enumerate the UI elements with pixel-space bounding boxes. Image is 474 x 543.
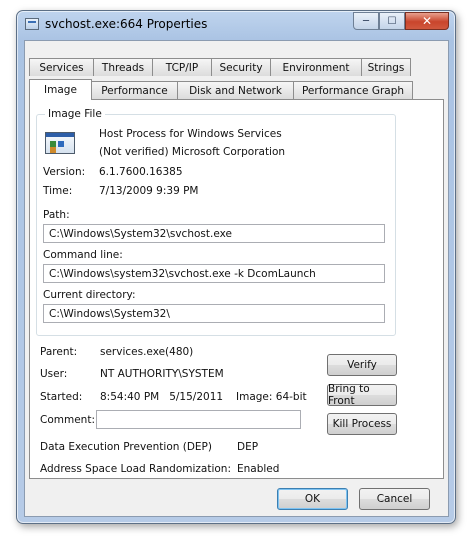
image-description: Host Process for Windows Services [99, 128, 282, 140]
tab-strings[interactable]: Strings [361, 58, 411, 76]
minimize-button[interactable]: ─ [353, 12, 379, 30]
version-value: 6.1.7600.16385 [99, 166, 183, 178]
comment-input[interactable] [96, 410, 301, 429]
command-line-field[interactable]: C:\Windows\system32\svchost.exe -k DcomL… [43, 264, 385, 283]
current-directory-field[interactable]: C:\Windows\System32\ [43, 304, 385, 323]
tab-threads[interactable]: Threads [93, 58, 153, 76]
user-label: User: [40, 368, 68, 380]
tab-image[interactable]: Image [29, 79, 92, 100]
current-directory-label: Current directory: [43, 289, 136, 301]
parent-label: Parent: [40, 346, 78, 358]
tab-tcp-ip[interactable]: TCP/IP [152, 58, 212, 76]
window-title: svchost.exe:664 Properties [45, 17, 208, 31]
caption-buttons: ─ ☐ ✕ [353, 12, 449, 30]
dialog-client-area: Services Threads TCP/IP Security Environ… [24, 40, 449, 517]
version-label: Version: [43, 166, 86, 178]
command-line-label: Command line: [43, 249, 123, 261]
kill-process-button[interactable]: Kill Process [327, 413, 397, 435]
tab-security[interactable]: Security [211, 58, 271, 76]
comment-label: Comment: [40, 414, 95, 426]
time-label: Time: [43, 185, 73, 197]
image-file-legend: Image File [45, 108, 105, 120]
user-value: NT AUTHORITY\SYSTEM [100, 368, 224, 380]
started-value: 8:54:40 PM 5/15/2011 [100, 391, 224, 403]
image-file-group: Image File Host Process for Windows Serv… [36, 108, 396, 336]
tab-performance-graph[interactable]: Performance Graph [293, 81, 413, 99]
aslr-value: Enabled [237, 463, 280, 475]
tab-disk-and-network[interactable]: Disk and Network [177, 81, 294, 99]
properties-window: svchost.exe:664 Properties ─ ☐ ✕ Service… [16, 10, 456, 524]
image-bits-value: Image: 64-bit [236, 391, 307, 403]
close-icon: ✕ [421, 14, 433, 28]
tab-services[interactable]: Services [29, 58, 94, 76]
tab-row-back: Services Threads TCP/IP Security Environ… [29, 58, 411, 76]
dep-value: DEP [237, 441, 259, 453]
aslr-label: Address Space Load Randomization: [40, 463, 231, 475]
path-label: Path: [43, 209, 70, 221]
path-field[interactable]: C:\Windows\System32\svchost.exe [43, 224, 385, 243]
ok-button[interactable]: OK [277, 488, 348, 510]
dep-label: Data Execution Prevention (DEP) [40, 441, 212, 453]
verify-button[interactable]: Verify [327, 354, 397, 376]
tab-performance[interactable]: Performance [91, 81, 178, 99]
parent-value: services.exe(480) [100, 346, 194, 358]
executable-icon [45, 132, 75, 154]
bring-to-front-button[interactable]: Bring to Front [327, 383, 397, 407]
image-tab-panel: Image File Host Process for Windows Serv… [29, 99, 444, 479]
image-company: (Not verified) Microsoft Corporation [99, 146, 286, 158]
tab-environment[interactable]: Environment [270, 58, 362, 76]
maximize-button[interactable]: ☐ [379, 12, 405, 30]
title-bar[interactable]: svchost.exe:664 Properties ─ ☐ ✕ [17, 11, 455, 39]
cancel-button[interactable]: Cancel [359, 488, 430, 510]
tab-row-front: Image Performance Disk and Network Perfo… [29, 79, 413, 100]
maximize-icon: ☐ [387, 15, 397, 27]
application-icon [25, 18, 39, 30]
minimize-icon: ─ [362, 15, 370, 27]
time-value: 7/13/2009 9:39 PM [99, 185, 199, 197]
started-label: Started: [40, 391, 83, 403]
close-button[interactable]: ✕ [405, 12, 449, 30]
